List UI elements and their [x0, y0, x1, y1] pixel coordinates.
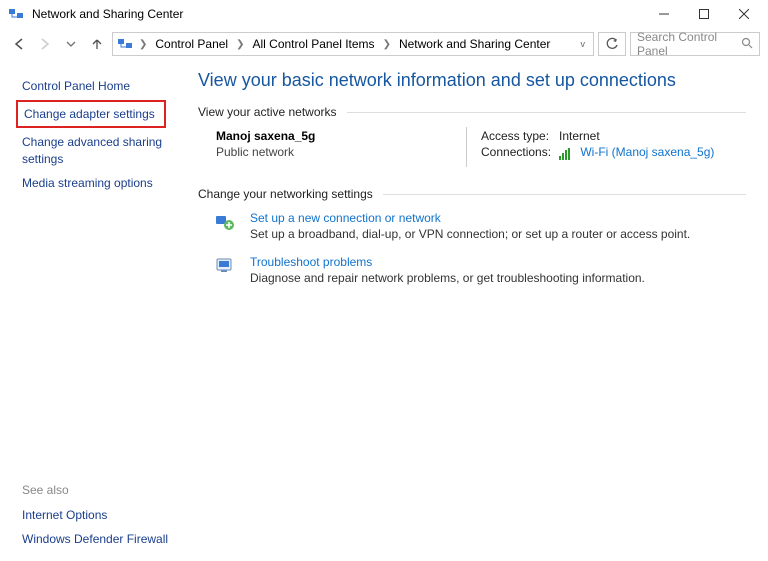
search-placeholder: Search Control Panel: [637, 30, 737, 58]
wifi-connection-link[interactable]: Wi-Fi (Manoj saxena_5g): [580, 145, 714, 159]
nav-bar: ❯ Control Panel ❯ All Control Panel Item…: [0, 28, 768, 60]
close-button[interactable]: [724, 0, 764, 28]
network-type: Public network: [216, 145, 466, 159]
change-advanced-sharing-link[interactable]: Change advanced sharing settings: [22, 130, 172, 170]
search-input[interactable]: Search Control Panel: [630, 32, 760, 56]
minimize-button[interactable]: [644, 0, 684, 28]
setup-connection-task: Set up a new connection or network Set u…: [214, 211, 746, 241]
connections-label: Connections:: [481, 145, 559, 159]
change-settings-label: Change your networking settings: [198, 187, 373, 201]
change-adapter-settings-link[interactable]: Change adapter settings: [16, 100, 166, 128]
search-icon: [741, 37, 753, 52]
windows-defender-firewall-link[interactable]: Windows Defender Firewall: [22, 527, 172, 551]
access-type-label: Access type:: [481, 129, 559, 143]
network-center-icon: [8, 6, 24, 22]
breadcrumb-network-center[interactable]: Network and Sharing Center: [397, 35, 552, 53]
setup-connection-desc: Set up a broadband, dial-up, or VPN conn…: [250, 227, 690, 241]
refresh-button[interactable]: [598, 32, 626, 56]
recent-locations-button[interactable]: [60, 33, 82, 55]
breadcrumb-control-panel[interactable]: Control Panel: [153, 35, 230, 53]
troubleshoot-icon: [214, 255, 236, 277]
active-network-row: Manoj saxena_5g Public network Access ty…: [216, 129, 746, 167]
back-button[interactable]: [8, 33, 30, 55]
troubleshoot-task: Troubleshoot problems Diagnose and repai…: [214, 255, 746, 285]
network-center-icon: [117, 36, 133, 52]
media-streaming-link[interactable]: Media streaming options: [22, 171, 172, 195]
troubleshoot-desc: Diagnose and repair network problems, or…: [250, 271, 645, 285]
address-dropdown-button[interactable]: v: [577, 39, 590, 49]
up-button[interactable]: [86, 33, 108, 55]
access-type-value: Internet: [559, 129, 600, 143]
divider: [347, 112, 746, 113]
address-bar[interactable]: ❯ Control Panel ❯ All Control Panel Item…: [112, 32, 594, 56]
vertical-divider: [466, 127, 467, 167]
sidebar: Control Panel Home Change adapter settin…: [0, 60, 188, 561]
wifi-signal-icon: [559, 146, 573, 158]
control-panel-home-link[interactable]: Control Panel Home: [22, 74, 172, 98]
maximize-button[interactable]: [684, 0, 724, 28]
window-title: Network and Sharing Center: [32, 7, 183, 21]
page-title: View your basic network information and …: [198, 70, 746, 91]
chevron-right-icon[interactable]: ❯: [135, 39, 151, 50]
chevron-right-icon[interactable]: ❯: [232, 39, 248, 50]
active-networks-label: View your active networks: [198, 105, 337, 119]
setup-connection-icon: [214, 211, 236, 233]
setup-connection-link[interactable]: Set up a new connection or network: [250, 211, 441, 225]
breadcrumb-all-items[interactable]: All Control Panel Items: [251, 35, 377, 53]
internet-options-link[interactable]: Internet Options: [22, 503, 172, 527]
see-also-label: See also: [22, 483, 188, 503]
troubleshoot-link[interactable]: Troubleshoot problems: [250, 255, 372, 269]
title-bar: Network and Sharing Center: [0, 0, 768, 28]
network-name: Manoj saxena_5g: [216, 129, 466, 143]
main-pane: View your basic network information and …: [188, 60, 768, 561]
divider: [383, 194, 746, 195]
chevron-right-icon[interactable]: ❯: [379, 39, 395, 50]
forward-button[interactable]: [34, 33, 56, 55]
